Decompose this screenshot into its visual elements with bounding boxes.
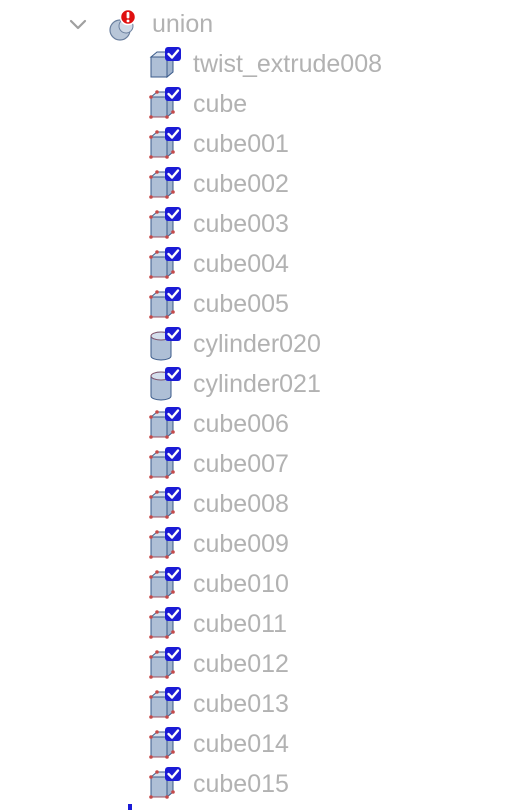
tree-item-label: cube005 bbox=[193, 290, 289, 318]
cube-icon bbox=[149, 247, 181, 279]
tree-item[interactable]: cube005 bbox=[0, 284, 526, 324]
tree-item-label: cylinder020 bbox=[193, 330, 321, 358]
cube-icon bbox=[149, 407, 181, 439]
tree-item[interactable]: cube009 bbox=[0, 524, 526, 564]
tree-item-union[interactable]: union bbox=[0, 4, 526, 44]
tree-item[interactable]: cube014 bbox=[0, 724, 526, 764]
tree-item[interactable]: cylinder020 bbox=[0, 324, 526, 364]
cylinder-icon bbox=[150, 327, 181, 361]
tree-item-label: union bbox=[152, 10, 214, 38]
extrude-icon bbox=[149, 47, 181, 79]
cube-icon bbox=[149, 767, 181, 799]
tree-item-label: cube006 bbox=[193, 410, 289, 438]
cube-icon bbox=[149, 167, 181, 199]
cube-icon bbox=[149, 607, 181, 639]
tree-item-label: cube001 bbox=[193, 130, 289, 158]
tree-item[interactable]: cube006 bbox=[0, 404, 526, 444]
union-error-icon bbox=[109, 8, 137, 41]
tree-item-label: cube004 bbox=[193, 250, 289, 278]
tree-item[interactable]: cube bbox=[0, 84, 526, 124]
tree-item[interactable]: cube011 bbox=[0, 604, 526, 644]
tree-item-label: cube012 bbox=[193, 650, 289, 678]
tree-view: union twist_extrude008cube cube001 cube002… bbox=[0, 0, 526, 810]
tree-item[interactable]: cube003 bbox=[0, 204, 526, 244]
tree-item[interactable]: cube008 bbox=[0, 484, 526, 524]
cube-icon bbox=[149, 727, 181, 759]
tree-item-label: cube003 bbox=[193, 210, 289, 238]
cube-icon bbox=[149, 687, 181, 719]
tree-guide-stub bbox=[128, 804, 132, 810]
tree-item-label: cube007 bbox=[193, 450, 289, 478]
tree-item[interactable]: cube001 bbox=[0, 124, 526, 164]
tree-item[interactable]: cube013 bbox=[0, 684, 526, 724]
cube-icon bbox=[149, 287, 181, 319]
tree-item[interactable]: cube007 bbox=[0, 444, 526, 484]
cube-icon bbox=[149, 447, 181, 479]
tree-item-label: cube002 bbox=[193, 170, 289, 198]
tree-item-label: cube008 bbox=[193, 490, 289, 518]
cube-icon bbox=[149, 567, 181, 599]
cube-icon bbox=[149, 127, 181, 159]
tree-item[interactable]: twist_extrude008 bbox=[0, 44, 526, 84]
tree-item-label: cube011 bbox=[193, 610, 288, 638]
chevron-down-icon[interactable] bbox=[64, 12, 92, 36]
tree-item-label: cube bbox=[193, 90, 248, 118]
tree-item[interactable]: cube010 bbox=[0, 564, 526, 604]
tree-item[interactable]: cube004 bbox=[0, 244, 526, 284]
cube-icon bbox=[149, 87, 181, 119]
tree-item-label: twist_extrude008 bbox=[193, 50, 383, 78]
tree-item[interactable]: cube015 bbox=[0, 764, 526, 804]
tree-item-label: cylinder021 bbox=[193, 370, 321, 398]
tree-item-label: cube010 bbox=[193, 570, 289, 598]
tree-item-label: cube014 bbox=[193, 730, 289, 758]
tree-item-label: cube015 bbox=[193, 770, 289, 798]
cube-icon bbox=[149, 527, 181, 559]
cube-icon bbox=[149, 647, 181, 679]
tree-item-label: cube009 bbox=[193, 530, 289, 558]
cube-icon bbox=[149, 207, 181, 239]
cube-icon bbox=[149, 487, 181, 519]
tree-item-label: cube013 bbox=[193, 690, 289, 718]
tree-item[interactable]: cube002 bbox=[0, 164, 526, 204]
cylinder-icon bbox=[150, 367, 181, 401]
tree-item[interactable]: cylinder021 bbox=[0, 364, 526, 404]
tree-item[interactable]: cube012 bbox=[0, 644, 526, 684]
